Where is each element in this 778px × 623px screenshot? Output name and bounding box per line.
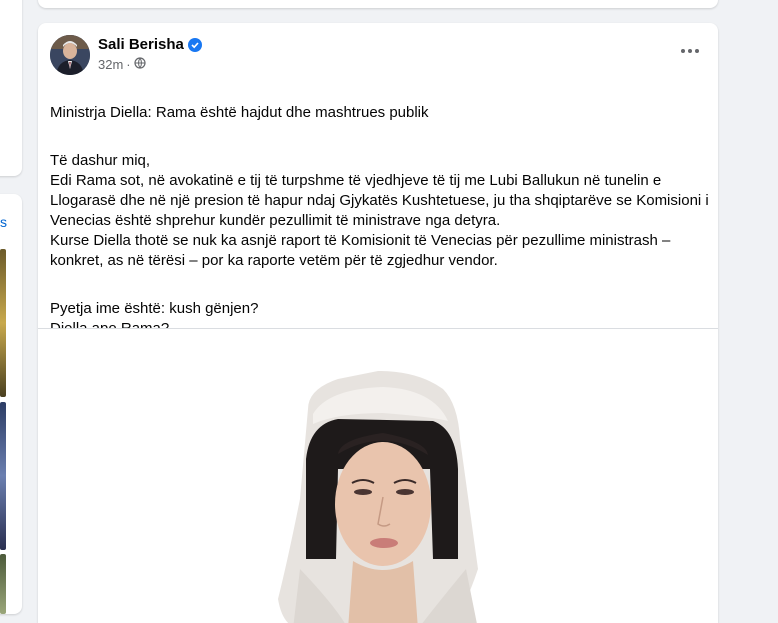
author-name-text[interactable]: Sali Berisha <box>98 36 184 53</box>
avatar[interactable] <box>50 35 90 75</box>
post-timestamp[interactable]: 32m <box>98 57 123 72</box>
left-sidebar-card <box>0 0 22 176</box>
avatar-image <box>50 35 90 75</box>
post-meta: 32m · <box>98 57 146 72</box>
meta-separator: · <box>126 57 131 72</box>
post-title: Ministrja Diella: Rama është hajdut dhe … <box>50 104 429 121</box>
post-paragraph: Të dashur miq, Edi Rama sot, në avokatin… <box>50 152 709 269</box>
more-options-icon[interactable] <box>676 41 704 61</box>
post-photo-image <box>278 371 478 623</box>
author-name[interactable]: Sali Berisha <box>98 36 202 53</box>
story-thumbnail[interactable] <box>0 249 6 397</box>
post-card: Sali Berisha 32m · Ministrja Diella: Ram… <box>38 23 718 623</box>
story-thumbnail[interactable] <box>0 402 6 550</box>
see-all-link[interactable]: s <box>0 214 7 230</box>
post-photo[interactable] <box>38 329 718 623</box>
story-thumbnail[interactable] <box>0 554 6 614</box>
left-sidebar-card-stories: s <box>0 194 22 614</box>
previous-post-card <box>38 0 718 8</box>
verified-badge-icon <box>187 37 202 52</box>
globe-icon[interactable] <box>134 57 146 72</box>
